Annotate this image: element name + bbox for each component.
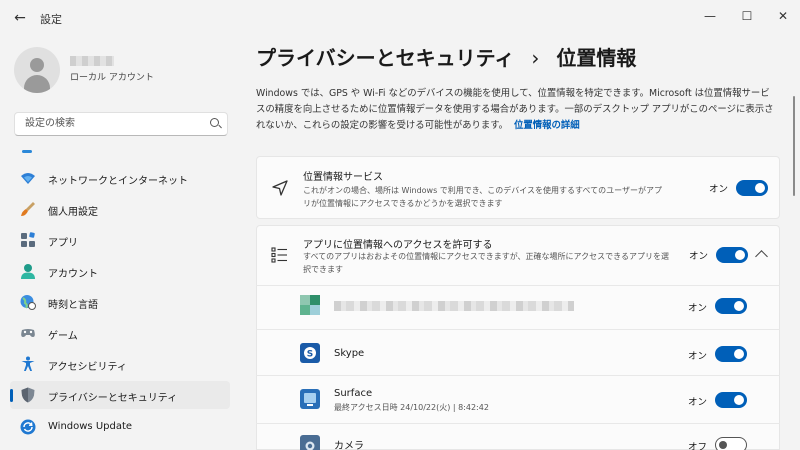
app-toggle-label: オン (688, 397, 708, 408)
avatar-body-icon (24, 75, 50, 93)
list-settings-icon (271, 247, 287, 263)
skype-icon: S (300, 343, 320, 363)
wifi-icon (21, 173, 35, 184)
app-name: Surface (334, 388, 373, 399)
shield-icon (21, 387, 35, 403)
search-icon[interactable] (210, 118, 219, 127)
sidebar-item-accounts[interactable]: アカウント (10, 257, 230, 285)
location-service-title: 位置情報サービス (303, 172, 383, 183)
breadcrumb-separator: › (531, 46, 540, 70)
apps-icon (21, 232, 35, 247)
sidebar-item-network[interactable]: ネットワークとインターネット (10, 164, 230, 192)
app-toggle[interactable] (715, 298, 747, 314)
app-toggle-label: オフ (688, 442, 708, 450)
app-name: Skype (334, 348, 365, 359)
app-row-camera: カメラ オフ (256, 424, 780, 450)
app-access-title: アプリに位置情報へのアクセスを許可する (303, 240, 493, 251)
location-service-card: 位置情報サービス これがオンの場合、場所は Windows で利用でき、このデバ… (256, 156, 780, 219)
app-name-pixelated (334, 301, 574, 311)
avatar-head-icon (30, 58, 44, 72)
app-row-surface: Surface 最終アクセス日時 24/10/22(火) | 8:42:42 オ… (256, 376, 780, 422)
sidebar-item-label: アカウント (48, 269, 98, 280)
app-toggle[interactable] (715, 392, 747, 408)
camera-icon (300, 435, 320, 450)
maximize-button[interactable]: ☐ (727, 4, 767, 28)
toggle-knob (734, 395, 744, 405)
toggle-knob (734, 349, 744, 359)
selection-indicator (10, 389, 13, 402)
app-toggle-label: オン (688, 303, 708, 314)
chevron-up-icon[interactable] (755, 250, 768, 263)
search-box[interactable] (14, 112, 228, 136)
sidebar-item-personalization[interactable]: 個人用設定 (10, 195, 230, 223)
app-access-subtitle: すべてのアプリはおおよその位置情報にアクセスできますが、正確な場所にアクセスでき… (303, 252, 669, 274)
update-icon (20, 419, 36, 435)
svg-text:S: S (307, 350, 313, 360)
location-service-subtitle: これがオンの場合、場所は Windows で利用でき、このデバイスを使用するすべ… (303, 186, 662, 208)
app-access-toggle-label: オン (689, 251, 709, 262)
sidebar-item-label: アプリ (48, 238, 78, 249)
sidebar-item-windows-update[interactable]: Windows Update (10, 413, 230, 441)
minimize-button[interactable]: — (690, 4, 730, 28)
app-access-toggle[interactable] (716, 247, 748, 263)
sidebar-item-label: 個人用設定 (48, 207, 98, 218)
avatar[interactable] (14, 47, 60, 93)
title-bar: ← 設定 — ☐ ✕ (0, 0, 800, 36)
app-title: 設定 (40, 13, 62, 26)
app-icon-pixelated (300, 295, 320, 315)
app-last-access: 最終アクセス日時 24/10/22(火) | 8:42:42 (334, 403, 489, 412)
sidebar-item-accessibility[interactable]: アクセシビリティ (10, 350, 230, 378)
sidebar-item-time-language[interactable]: 時刻と言語 (10, 288, 230, 316)
surface-icon (300, 389, 320, 409)
toggle-knob (735, 250, 745, 260)
breadcrumb: プライバシーとセキュリティ › 位置情報 (256, 42, 636, 71)
sidebar-item-apps[interactable]: アプリ (10, 226, 230, 254)
location-service-toggle-label: オン (709, 184, 729, 195)
scrolled-item-icon (22, 150, 32, 153)
back-arrow-icon: ← (14, 10, 26, 26)
app-toggle[interactable] (715, 437, 747, 450)
sidebar-item-label: 時刻と言語 (48, 300, 98, 311)
search-input[interactable] (23, 117, 207, 130)
account-icon (21, 264, 35, 279)
gamepad-icon (21, 329, 35, 337)
app-name: カメラ (334, 441, 364, 450)
learn-more-link[interactable]: 位置情報の詳細 (514, 120, 580, 131)
sidebar-item-label: ネットワークとインターネット (48, 176, 188, 187)
account-type: ローカル アカウント (70, 73, 154, 83)
sidebar-item-label: Windows Update (48, 421, 133, 432)
sidebar-item-gaming[interactable]: ゲーム (10, 319, 230, 347)
page-title: 位置情報 (556, 46, 637, 70)
sidebar-item-label: ゲーム (48, 331, 78, 342)
globe-clock-icon (20, 295, 36, 310)
location-arrow-icon (272, 180, 288, 196)
sidebar-item-label: アクセシビリティ (48, 362, 127, 373)
location-service-toggle[interactable] (736, 180, 768, 196)
sidebar-item-privacy-security[interactable]: プライバシーとセキュリティ (10, 381, 230, 409)
toggle-knob (734, 301, 744, 311)
app-row-skype: S Skype オン (256, 330, 780, 374)
accessibility-icon (21, 356, 35, 371)
toggle-knob (719, 440, 727, 449)
close-button[interactable]: ✕ (763, 4, 800, 28)
app-toggle-label: オン (688, 351, 708, 362)
sidebar-item-label: プライバシーとセキュリティ (48, 393, 178, 404)
page-description: Windows では、GPS や Wi-Fi などのデバイスの機能を使用して、位… (256, 86, 776, 134)
back-button[interactable]: ← (8, 6, 32, 30)
scrollbar-thumb[interactable] (793, 96, 795, 196)
user-name-blurred (70, 56, 114, 66)
app-toggle[interactable] (715, 346, 747, 362)
brush-icon (21, 202, 35, 216)
toggle-knob (755, 183, 765, 193)
app-row: オン (256, 286, 780, 326)
breadcrumb-parent[interactable]: プライバシーとセキュリティ (256, 46, 514, 70)
